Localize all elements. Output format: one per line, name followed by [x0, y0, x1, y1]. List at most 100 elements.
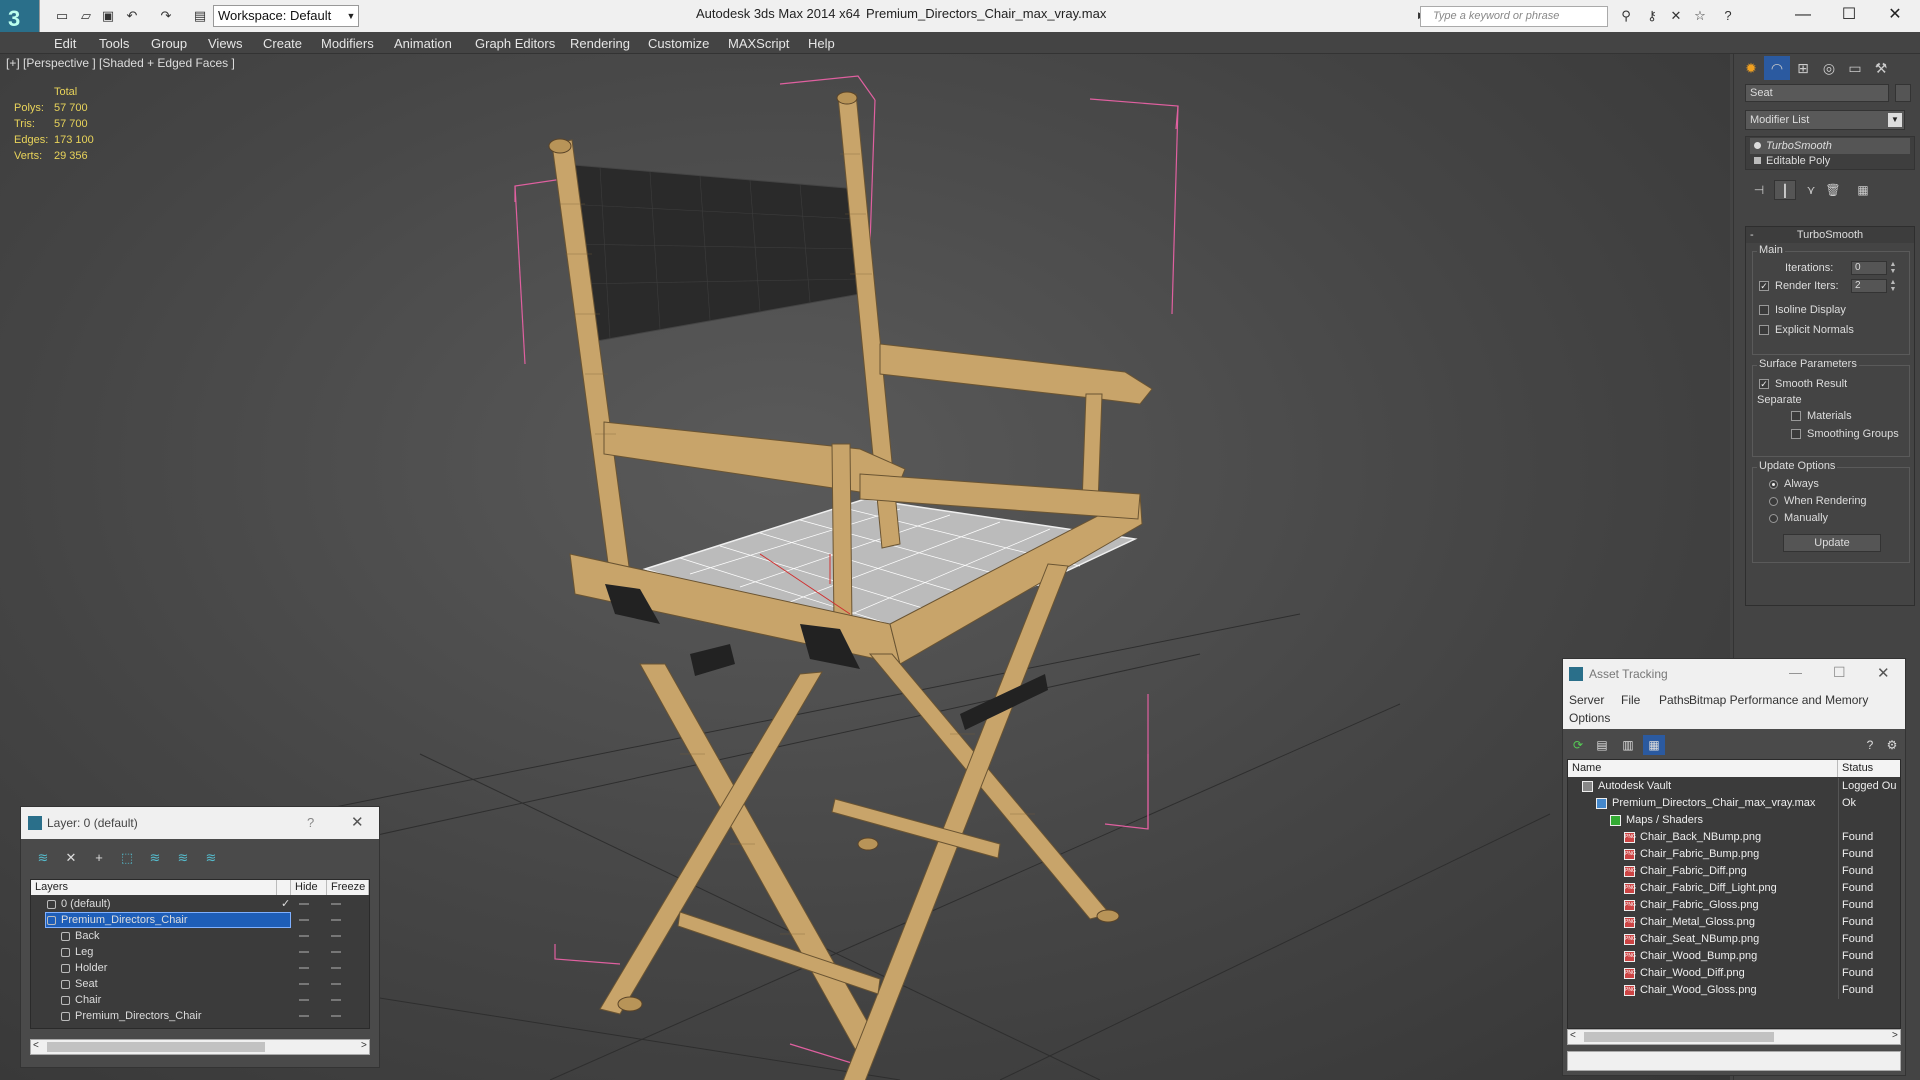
menu-help[interactable]: Help [808, 36, 835, 51]
manually-radio[interactable]: Manually [1769, 512, 1828, 524]
settings-icon[interactable]: ⚙ [1881, 735, 1903, 755]
asset-row[interactable]: PNG Chair_Fabric_Diff_Light.png Found [1568, 880, 1900, 897]
toggle-dash[interactable] [331, 903, 341, 905]
freeze-all-icon[interactable]: ≋ [199, 847, 223, 869]
lightbulb-icon[interactable] [1754, 142, 1761, 149]
toggle-dash[interactable] [299, 903, 309, 905]
object-row[interactable]: Holder [31, 960, 369, 976]
menu-graph-editors[interactable]: Graph Editors [475, 36, 555, 51]
asset-row[interactable]: Autodesk Vault Logged Ou [1568, 778, 1900, 795]
maximize-button[interactable]: ☐ [1833, 664, 1846, 681]
minimize-button[interactable]: — [1780, 2, 1826, 28]
scroll-left-icon[interactable]: < [33, 1040, 39, 1051]
toggle-dash[interactable] [299, 935, 309, 937]
menu-group[interactable]: Group [151, 36, 187, 51]
layer-dialog-title[interactable]: Layer: 0 (default) [21, 807, 379, 839]
chevron-down-icon[interactable]: ▼ [344, 5, 358, 27]
menu-modifiers[interactable]: Modifiers [321, 36, 374, 51]
layer-row[interactable]: Premium_Directors_Chair [31, 912, 369, 928]
menu-paths[interactable]: Paths [1659, 693, 1690, 707]
isoline-display-checkbox[interactable]: Isoline Display [1759, 304, 1846, 316]
help-icon[interactable]: ? [1718, 6, 1738, 26]
menu-maxscript[interactable]: MAXScript [728, 36, 789, 51]
menu-file[interactable]: File [1621, 693, 1640, 707]
pin-stack-icon[interactable]: ⊣ [1748, 180, 1770, 200]
show-end-result-icon[interactable]: ┃ [1774, 180, 1796, 200]
object-color-swatch[interactable] [1895, 84, 1911, 102]
asset-row[interactable]: PNG Chair_Fabric_Diff.png Found [1568, 863, 1900, 880]
asset-tracking-title[interactable]: Asset Tracking [1563, 659, 1905, 689]
expand-icon[interactable] [1754, 157, 1761, 164]
search-input[interactable]: Type a keyword or phrase [1420, 6, 1608, 27]
toggle-dash[interactable] [299, 983, 309, 985]
column-header-name[interactable]: Name [1568, 760, 1838, 777]
menu-server[interactable]: Server [1569, 693, 1604, 707]
toggle-dash[interactable] [331, 935, 341, 937]
horizontal-scrollbar[interactable]: < > [30, 1039, 370, 1055]
modify-tab-icon[interactable]: ◠ [1764, 56, 1790, 80]
asset-row[interactable]: PNG Chair_Back_NBump.png Found [1568, 829, 1900, 846]
menu-options[interactable]: Options [1569, 711, 1610, 725]
highlight-layer-icon[interactable]: ≋ [143, 847, 167, 869]
column-header-layers[interactable]: Layers [31, 880, 277, 895]
make-unique-icon[interactable]: ⋎ [1800, 180, 1822, 200]
create-tab-icon[interactable]: ✹ [1738, 56, 1764, 80]
object-row[interactable]: Leg [31, 944, 369, 960]
close-button[interactable]: ✕ [1877, 664, 1890, 682]
refresh-icon[interactable]: ⟳ [1567, 735, 1589, 755]
layers-icon[interactable]: ≋ [31, 847, 55, 869]
toggle-dash[interactable] [331, 1015, 341, 1017]
explicit-normals-checkbox[interactable]: Explicit Normals [1759, 324, 1854, 336]
scroll-right-icon[interactable]: > [361, 1040, 367, 1051]
open-file-icon[interactable]: ▱ [76, 6, 96, 26]
select-objects-icon[interactable]: ⬚ [115, 847, 139, 869]
menu-create[interactable]: Create [263, 36, 302, 51]
viewport-label[interactable]: [+] [Perspective ] [Shaded + Edged Faces… [6, 56, 235, 70]
chevron-down-icon[interactable]: ▼ [1888, 113, 1902, 127]
utilities-tab-icon[interactable]: ⚒ [1868, 56, 1894, 80]
asset-row[interactable]: Premium_Directors_Chair_max_vray.max Ok [1568, 795, 1900, 812]
close-button[interactable]: ✕ [1872, 2, 1918, 28]
stack-item-turbosmooth[interactable]: TurboSmooth [1750, 138, 1910, 154]
layer-row[interactable]: 0 (default) ✓ [31, 896, 369, 912]
smooth-result-checkbox[interactable]: ✓ Smooth Result [1759, 378, 1847, 390]
column-header-freeze[interactable]: Freeze [327, 880, 369, 895]
menu-rendering[interactable]: Rendering [570, 36, 630, 51]
modifier-list-dropdown[interactable]: Modifier List ▼ [1745, 110, 1905, 130]
asset-row[interactable]: PNG Chair_Fabric_Gloss.png Found [1568, 897, 1900, 914]
menu-bitmap-performance[interactable]: Bitmap Performance and Memory [1689, 693, 1868, 707]
display-tab-icon[interactable]: ▭ [1842, 56, 1868, 80]
maximize-button[interactable]: ☐ [1826, 2, 1872, 28]
add-layer-icon[interactable]: + [87, 847, 111, 869]
column-header-status[interactable]: Status [1838, 760, 1900, 777]
minimize-button[interactable]: — [1789, 665, 1802, 680]
toggle-dash[interactable] [299, 1015, 309, 1017]
asset-row[interactable]: PNG Chair_Wood_Diff.png Found [1568, 965, 1900, 982]
help-button[interactable]: ? [307, 815, 314, 830]
asset-row[interactable]: PNG Chair_Metal_Gloss.png Found [1568, 914, 1900, 931]
help-icon[interactable]: ? [1859, 735, 1881, 755]
table-view-icon[interactable]: ▦ [1643, 735, 1665, 755]
hierarchy-tab-icon[interactable]: ⊞ [1790, 56, 1816, 80]
menu-tools[interactable]: Tools [99, 36, 129, 51]
render-iters-checkbox[interactable]: ✓ Render Iters: [1759, 280, 1839, 292]
menu-views[interactable]: Views [208, 36, 242, 51]
delete-layer-icon[interactable]: ✕ [59, 847, 83, 869]
always-radio[interactable]: Always [1769, 478, 1819, 490]
toggle-dash[interactable] [331, 967, 341, 969]
column-header-hide[interactable]: Hide [291, 880, 327, 895]
motion-tab-icon[interactable]: ◎ [1816, 56, 1842, 80]
toggle-dash[interactable] [331, 999, 341, 1001]
list-view-icon[interactable]: ▤ [1591, 735, 1613, 755]
update-button[interactable]: Update [1783, 534, 1881, 552]
spinner-arrows-icon[interactable]: ▲ ▼ [1889, 261, 1897, 275]
toggle-dash[interactable] [331, 983, 341, 985]
object-name-field[interactable]: Seat [1745, 84, 1889, 102]
when-rendering-radio[interactable]: When Rendering [1769, 495, 1867, 507]
toggle-dash[interactable] [299, 967, 309, 969]
redo-icon[interactable]: ↷ [156, 6, 176, 26]
materials-checkbox[interactable]: Materials [1791, 410, 1852, 422]
asset-row[interactable]: PNG Chair_Wood_Gloss.png Found [1568, 982, 1900, 999]
object-row[interactable]: Back [31, 928, 369, 944]
stack-item-editable-poly[interactable]: Editable Poly [1750, 153, 1910, 169]
